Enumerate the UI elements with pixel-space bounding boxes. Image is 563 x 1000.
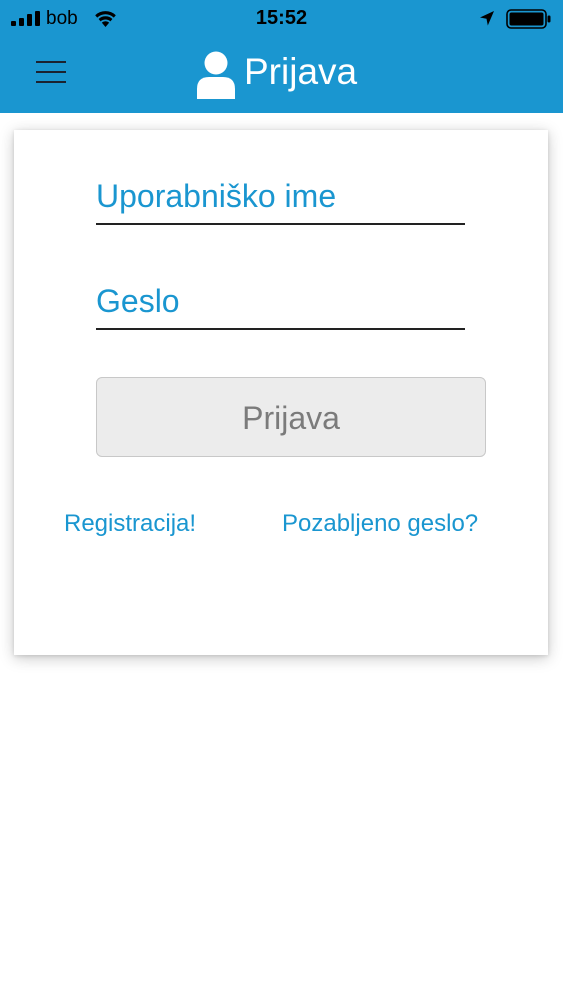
forgot-password-link[interactable]: Pozabljeno geslo? <box>282 510 478 538</box>
login-card: Prijava Registracija! Pozabljeno geslo? <box>14 130 548 655</box>
user-icon <box>197 51 235 99</box>
hamburger-menu-icon <box>36 61 66 63</box>
register-link[interactable]: Registracija! <box>64 510 196 538</box>
hamburger-menu-icon-line <box>36 71 66 73</box>
location-arrow-icon <box>480 11 494 26</box>
username-input[interactable] <box>96 178 465 223</box>
page-title: Prijava <box>244 51 358 92</box>
login-button[interactable]: Prijava <box>96 377 486 457</box>
top-bar: bob 15:52 Prijava <box>0 0 563 113</box>
login-screen: bob 15:52 Prijava Uporabniško ime Prijav… <box>0 0 563 1000</box>
app-header: Prijava <box>0 38 563 113</box>
battery-icon <box>506 9 551 29</box>
password-field-wrapper <box>96 283 465 330</box>
hamburger-menu-button[interactable] <box>30 54 70 90</box>
username-field-wrapper <box>96 178 465 225</box>
status-bar: bob 15:52 <box>0 0 563 38</box>
password-input[interactable] <box>96 283 465 328</box>
hamburger-menu-icon-line <box>36 81 66 83</box>
